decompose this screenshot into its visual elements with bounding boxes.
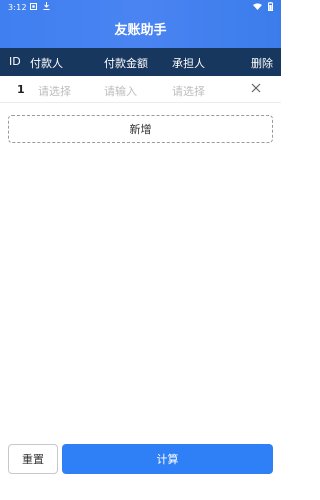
header-amount: 付款金额 — [104, 57, 148, 70]
download-icon — [43, 2, 50, 12]
gesture-bar — [0, 488, 281, 500]
status-right-icons — [253, 1, 273, 13]
wifi-icon — [253, 2, 262, 12]
notification-icon — [30, 2, 37, 12]
header-id: ID — [9, 55, 21, 68]
app-header: 3:12 友账助手 — [0, 0, 281, 48]
calculate-button[interactable]: 计算 — [62, 444, 273, 474]
header-payer: 付款人 — [30, 57, 63, 70]
header-bearer: 承担人 — [172, 57, 205, 70]
add-button[interactable]: 新增 — [8, 115, 273, 143]
page-title: 友账助手 — [114, 23, 167, 38]
table-row: 1 请选择 请输入 请选择 — [0, 78, 281, 103]
status-left-icons — [30, 2, 50, 12]
battery-icon — [268, 1, 273, 13]
app-root: 3:12 友账助手 ID 付款人 付款金额 承担人 删除 1 请选择 请输入 请… — [0, 0, 281, 500]
reset-button[interactable]: 重置 — [8, 444, 58, 474]
status-bar: 3:12 — [0, 0, 281, 16]
row-id: 1 — [17, 83, 25, 96]
payer-select[interactable]: 请选择 — [38, 83, 71, 99]
bearer-select[interactable]: 请选择 — [172, 83, 205, 99]
amount-input[interactable]: 请输入 — [104, 83, 137, 99]
close-icon[interactable] — [249, 80, 263, 94]
table-header: ID 付款人 付款金额 承担人 删除 — [0, 48, 281, 76]
header-delete: 删除 — [251, 57, 273, 70]
status-time: 3:12 — [8, 3, 27, 12]
